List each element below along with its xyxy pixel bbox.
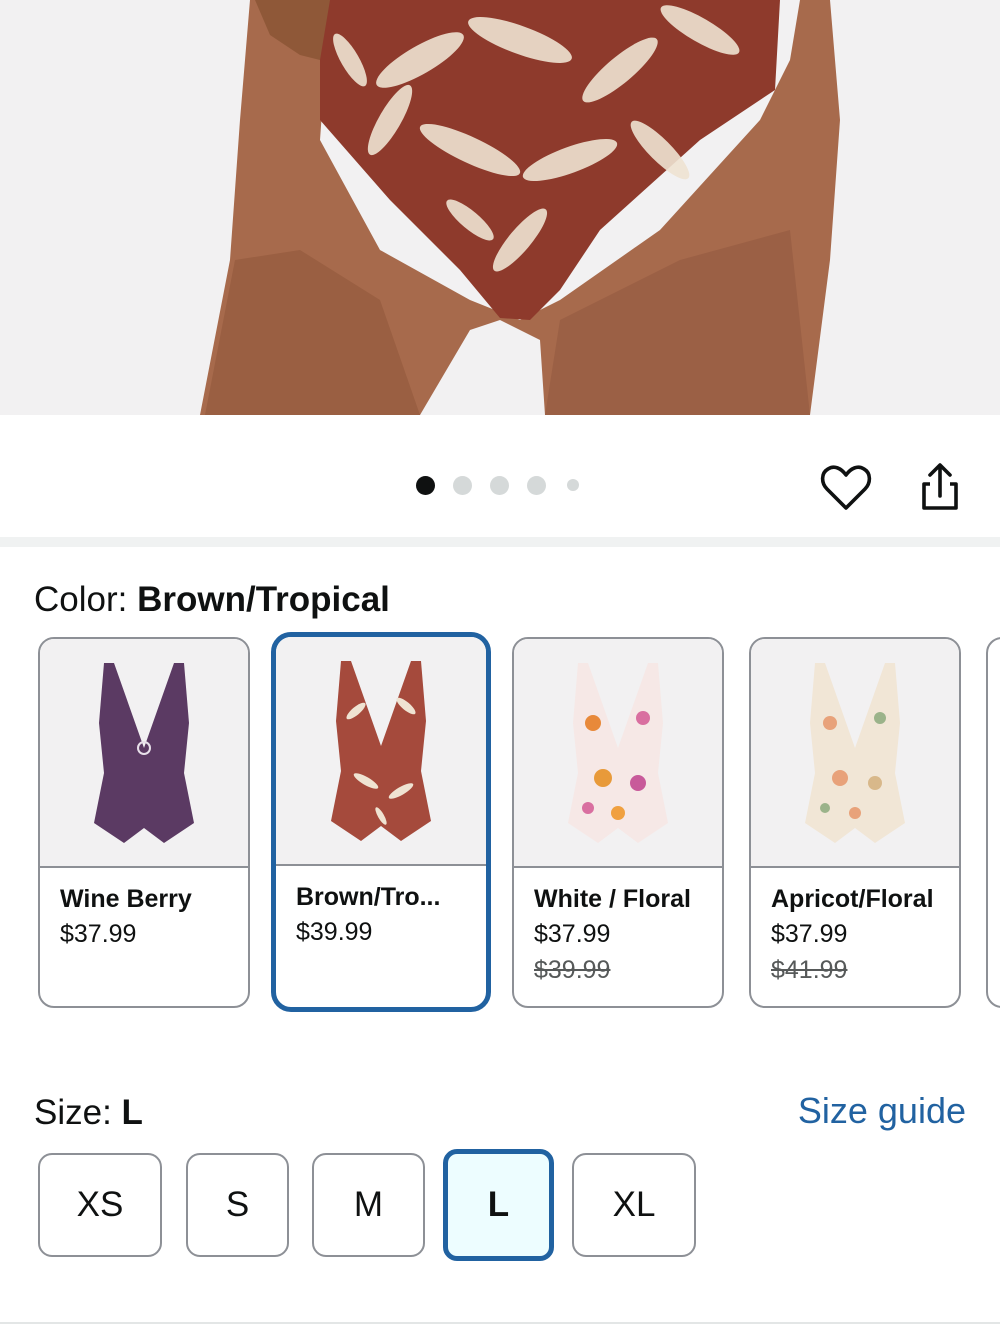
carousel-dot-5[interactable]	[567, 479, 579, 491]
color-label: Color: Brown/Tropical	[34, 580, 390, 620]
image-carousel-dots[interactable]	[416, 475, 597, 495]
color-label-prefix: Color:	[34, 580, 138, 619]
swatch-list-price: $39.99	[534, 956, 611, 984]
swatch-thumbnail	[276, 637, 486, 866]
swatch-price: $37.99	[771, 920, 848, 948]
size-option-s[interactable]: S	[186, 1153, 289, 1257]
color-swatch-apricot-floral[interactable]: Apricot/Floral $37.99 $41.99	[749, 637, 961, 1008]
carousel-dot-1[interactable]	[416, 475, 435, 495]
swatch-price: $37.99	[534, 920, 611, 948]
swimsuit-thumbnail-icon	[94, 662, 194, 843]
selected-color-name: Brown/Tropical	[137, 580, 390, 619]
size-option-m[interactable]: M	[312, 1153, 425, 1257]
size-option-l[interactable]: L	[443, 1149, 554, 1261]
color-swatch-brown-tropical[interactable]: Brown/Tro... $39.99	[271, 632, 491, 1012]
size-label: Size: L	[34, 1093, 143, 1133]
swatch-name: Brown/Tro...	[296, 883, 441, 911]
size-option-xl[interactable]: XL	[572, 1153, 696, 1257]
swatch-name: Wine Berry	[60, 885, 192, 913]
product-photo-illustration	[0, 0, 1000, 415]
color-swatch-white-floral[interactable]: White / Floral $37.99 $39.99	[512, 637, 724, 1008]
size-option-xs[interactable]: XS	[38, 1153, 162, 1257]
swatch-list-price: $41.99	[771, 956, 848, 984]
swimsuit-thumbnail-icon	[805, 662, 905, 843]
swimsuit-thumbnail-icon	[331, 660, 431, 841]
swatch-name: White / Floral	[534, 885, 691, 913]
share-icon[interactable]	[912, 460, 968, 516]
swatch-price: $37.99	[60, 920, 137, 948]
swatch-thumbnail	[514, 639, 722, 868]
color-swatch-wine-berry[interactable]: Wine Berry $37.99	[38, 637, 250, 1008]
bottom-divider	[0, 1322, 1000, 1324]
carousel-dot-2[interactable]	[453, 475, 472, 495]
heart-icon[interactable]	[818, 460, 874, 516]
swatch-price: $39.99	[296, 918, 373, 946]
section-divider	[0, 537, 1000, 547]
size-label-prefix: Size:	[34, 1093, 122, 1132]
carousel-dot-4[interactable]	[527, 475, 546, 495]
swatch-name: Apricot/Floral	[771, 885, 934, 913]
swatch-thumbnail	[40, 639, 248, 868]
size-guide-link[interactable]: Size guide	[798, 1091, 966, 1131]
heart-icon-graphic	[820, 465, 872, 510]
color-swatch-next-peek[interactable]	[986, 637, 1000, 1008]
product-image[interactable]	[0, 0, 1000, 415]
share-icon-graphic	[922, 463, 958, 510]
selected-size: L	[121, 1093, 143, 1132]
carousel-dot-3[interactable]	[490, 475, 509, 495]
swimsuit-thumbnail-icon	[568, 662, 668, 843]
swatch-thumbnail	[751, 639, 959, 868]
